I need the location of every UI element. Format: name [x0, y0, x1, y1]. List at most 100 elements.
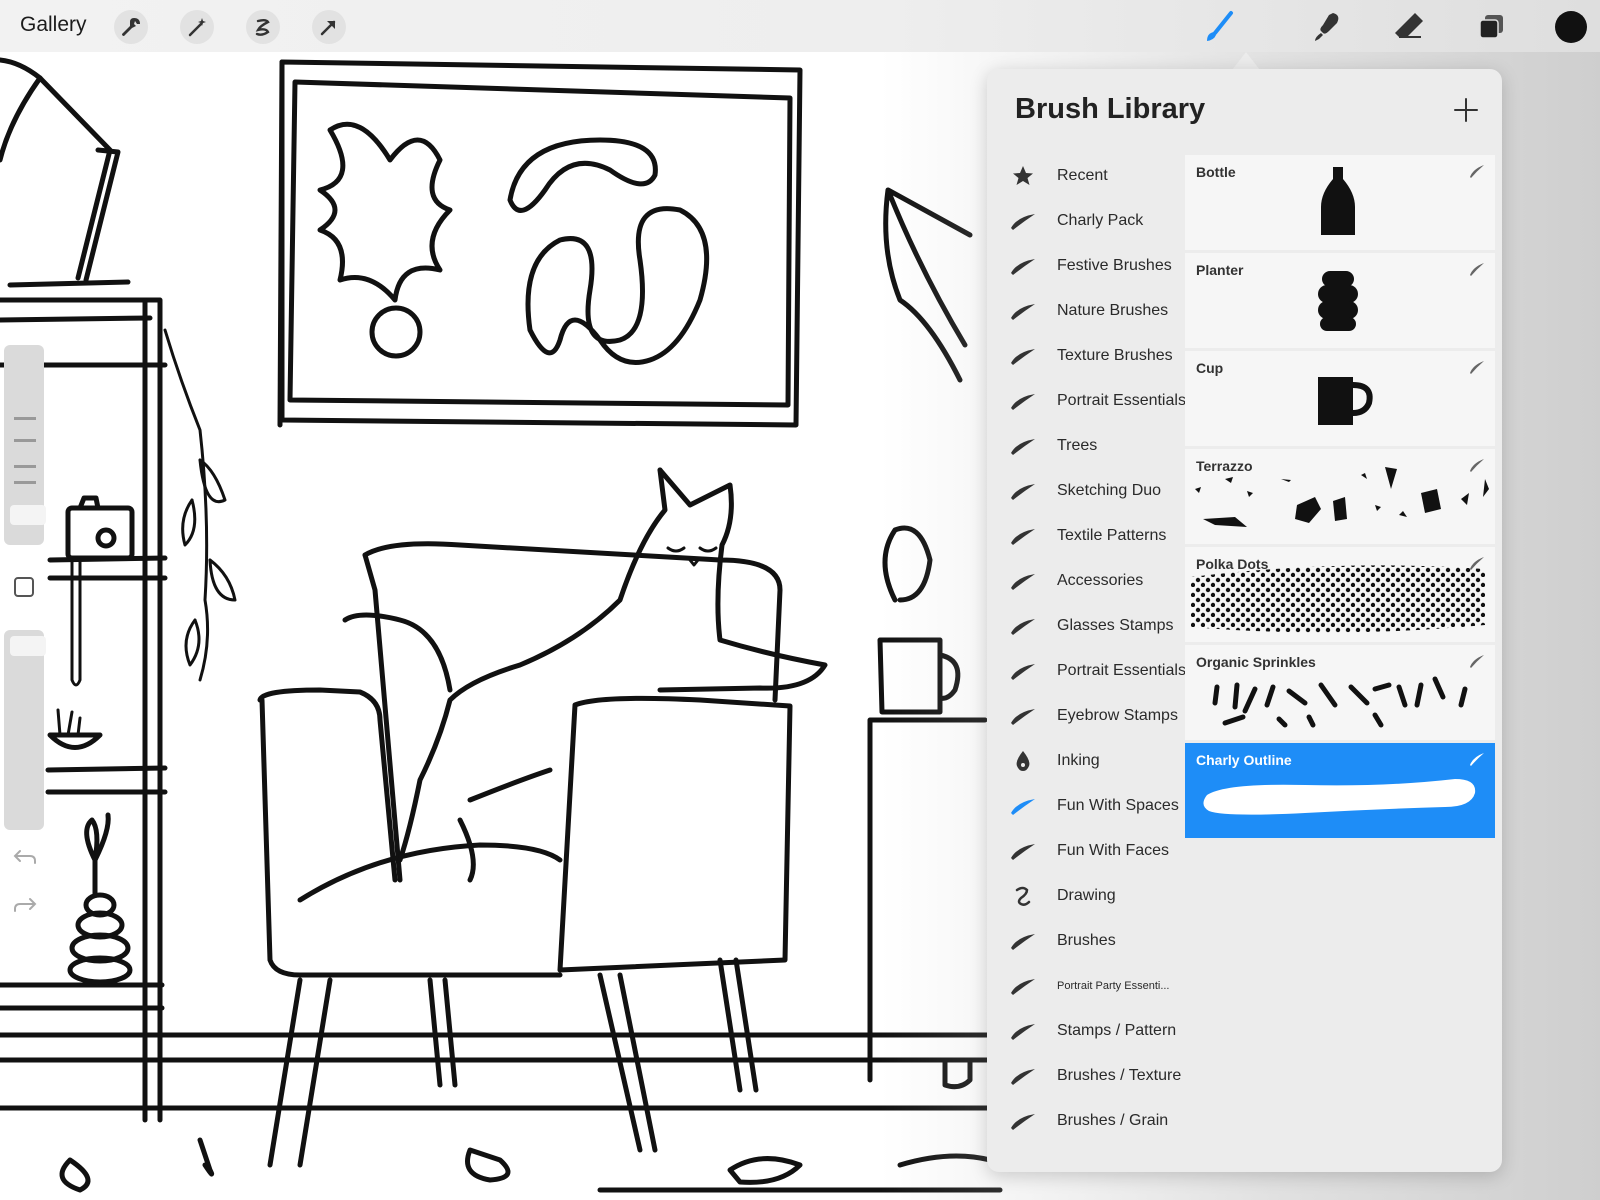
brush-stroke-icon	[1005, 206, 1041, 236]
brush-set-item[interactable]: Trees	[987, 424, 1187, 468]
brush-set-label: Brushes / Texture	[1057, 1067, 1182, 1084]
brush-set-item[interactable]: Recent	[987, 154, 1187, 198]
gallery-button[interactable]: Gallery	[20, 13, 87, 37]
brush-set-label: Charly Pack	[1057, 212, 1144, 229]
brush-set-label: Stamps / Pattern	[1057, 1022, 1177, 1039]
squiggle-icon	[1005, 881, 1041, 911]
ink-drop-icon	[1005, 746, 1041, 776]
brush-stroke-icon	[1005, 296, 1041, 326]
brush-set-label: Inking	[1057, 752, 1100, 769]
brush-stroke-icon	[1005, 656, 1041, 686]
brush-set-label: Brushes / Grain	[1057, 1112, 1169, 1129]
brush-set-item[interactable]: Stamps / Pattern	[987, 1009, 1187, 1053]
brush-set-item-selected[interactable]: Fun With Spaces	[987, 784, 1187, 828]
brush-set-label: Glasses Stamps	[1057, 617, 1174, 634]
brush-set-label: Recent	[1057, 167, 1108, 184]
brush-set-item[interactable]: Accessories	[987, 559, 1187, 603]
selection-icon[interactable]	[246, 10, 280, 44]
brush-set-item[interactable]: Fun With Faces	[987, 829, 1187, 873]
brush-stroke-icon	[1005, 701, 1041, 731]
size-tick	[14, 465, 36, 468]
transform-arrow-icon[interactable]	[312, 10, 346, 44]
brush-set-item[interactable]: Portrait Essentials	[987, 379, 1187, 423]
brush-card[interactable]: Planter	[1185, 253, 1495, 348]
brush-stroke-icon	[1005, 476, 1041, 506]
brush-set-item[interactable]: Sketching Duo	[987, 469, 1187, 513]
brush-set-item[interactable]: Nature Brushes	[987, 289, 1187, 333]
brush-stroke-icon	[1005, 611, 1041, 641]
opacity-slider[interactable]	[4, 630, 46, 830]
brush-set-label: Accessories	[1057, 572, 1144, 589]
brush-set-label: Textile Patterns	[1057, 527, 1167, 544]
brush-library-panel: Brush Library Recent Charly Pack Festive…	[987, 69, 1502, 1172]
polka-dot-pattern-preview	[1191, 565, 1485, 633]
color-swatch[interactable]	[1550, 6, 1592, 48]
size-tick	[14, 417, 36, 420]
plus-icon	[1454, 98, 1478, 122]
brush-stroke-icon	[1005, 566, 1041, 596]
brush-set-item[interactable]: Texture Brushes	[987, 334, 1187, 378]
layers-icon[interactable]	[1470, 6, 1512, 48]
brush-stroke-icon	[1005, 386, 1041, 416]
bottle-stamp-preview	[1321, 167, 1355, 235]
outline-stroke-preview	[1203, 779, 1476, 815]
brush-card[interactable]: Organic Sprinkles	[1185, 645, 1495, 740]
brush-set-label: Festive Brushes	[1057, 257, 1172, 274]
brush-set-item[interactable]: Drawing	[987, 874, 1187, 918]
eraser-icon[interactable]	[1388, 6, 1430, 48]
brush-stroke-icon	[1005, 341, 1041, 371]
top-toolbar: Gallery	[0, 0, 1600, 52]
brush-stroke-icon	[1005, 521, 1041, 551]
brush-set-item[interactable]: Inking	[987, 739, 1187, 783]
brush-set-item[interactable]: Portrait Essentials	[987, 649, 1187, 693]
opacity-thumb[interactable]	[10, 636, 46, 656]
panel-title: Brush Library	[1015, 93, 1206, 125]
brush-set-label: Trees	[1057, 437, 1098, 454]
brush-card[interactable]: Cup	[1185, 351, 1495, 446]
brush-set-item[interactable]: Festive Brushes	[987, 244, 1187, 288]
brush-set-item[interactable]: Brushes / Grain	[987, 1099, 1187, 1143]
brush-set-item[interactable]: Glasses Stamps	[987, 604, 1187, 648]
brush-set-item[interactable]: Textile Patterns	[987, 514, 1187, 558]
wrench-icon[interactable]	[114, 10, 148, 44]
brush-card[interactable]: Terrazzo	[1185, 449, 1495, 544]
brush-card[interactable]: Bottle	[1185, 155, 1495, 250]
brush-set-item[interactable]: Brushes / Texture	[987, 1054, 1187, 1098]
brush-stroke-icon	[1005, 791, 1041, 821]
color-swatch-circle	[1555, 11, 1587, 43]
size-tick	[14, 481, 36, 484]
brush-set-label: Fun With Faces	[1057, 842, 1170, 859]
brush-stroke-icon	[1005, 971, 1041, 1001]
brush-stroke-icon	[1005, 251, 1041, 281]
brush-set-label: Portrait Essentials	[1057, 392, 1186, 409]
brush-set-label: Fun With Spaces	[1057, 797, 1179, 814]
redo-icon[interactable]	[12, 895, 38, 915]
brush-set-item[interactable]: Brushes	[987, 919, 1187, 963]
brush-set-item[interactable]: Charly Pack	[987, 199, 1187, 243]
brush-set-item[interactable]: Portrait Party Essenti...	[987, 964, 1187, 1008]
add-brush-set-button[interactable]	[1449, 93, 1483, 127]
smudge-icon[interactable]	[1306, 6, 1348, 48]
brush-stroke-icon	[1005, 1016, 1041, 1046]
brush-stroke-icon	[1005, 1061, 1041, 1091]
brush-size-thumb[interactable]	[10, 505, 46, 525]
magic-wand-icon[interactable]	[180, 10, 214, 44]
brush-stroke-icon	[1005, 1106, 1041, 1136]
brush-stroke-icon	[1005, 431, 1041, 461]
left-sidebar	[0, 345, 48, 912]
brush-icon[interactable]	[1198, 6, 1240, 48]
undo-icon[interactable]	[12, 847, 38, 867]
brush-set-item[interactable]: Eyebrow Stamps	[987, 694, 1187, 738]
brush-set-label: Portrait Essentials	[1057, 662, 1186, 679]
brush-set-label: Sketching Duo	[1057, 482, 1162, 499]
brush-stroke-icon	[1005, 926, 1041, 956]
brush-card[interactable]: Polka Dots	[1185, 547, 1495, 642]
size-tick	[14, 439, 36, 442]
brush-stroke-icon	[1005, 836, 1041, 866]
brush-set-label: Brushes	[1057, 932, 1116, 949]
brush-size-slider[interactable]	[4, 345, 46, 545]
brush-set-label: Texture Brushes	[1057, 347, 1173, 364]
cup-stamp-preview	[1318, 377, 1373, 425]
brush-card-selected[interactable]: Charly Outline	[1185, 743, 1495, 838]
square-modify-icon[interactable]	[14, 577, 34, 597]
